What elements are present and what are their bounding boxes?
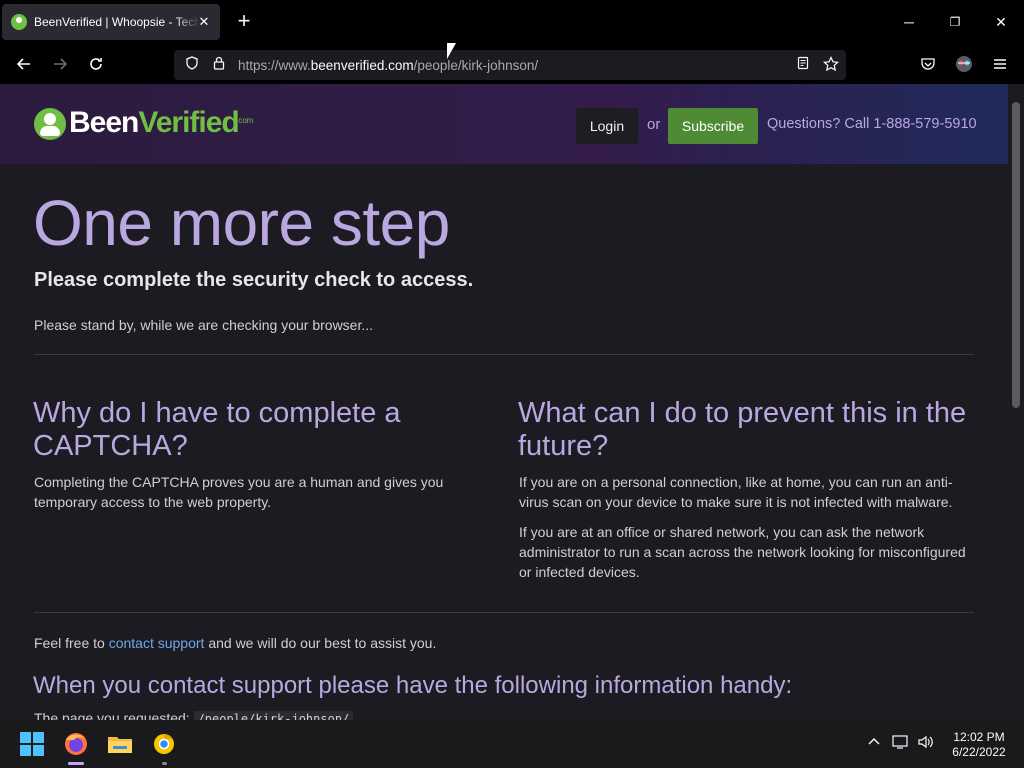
prevent-text-personal: If you are on a personal connection, lik… xyxy=(519,474,953,510)
close-tab-icon[interactable]: ✕ xyxy=(196,14,212,30)
back-arrow-icon xyxy=(16,58,30,70)
taskbar-firefox[interactable] xyxy=(60,728,92,760)
url-text[interactable]: https://www.beenverified.com/people/kirk… xyxy=(238,58,538,73)
subscribe-button[interactable]: Subscribe xyxy=(668,108,758,144)
logo-wordmark: BeenVerified xyxy=(69,106,240,140)
reload-icon xyxy=(90,58,102,70)
account-avatar-icon xyxy=(956,56,972,72)
feel-free-text-end: and we will do our best to assist you. xyxy=(204,635,437,651)
close-window-button[interactable]: ✕ xyxy=(987,8,1015,36)
contact-info-heading: When you contact support please have the… xyxy=(33,672,793,699)
network-icon[interactable] xyxy=(891,734,911,754)
prevent-text-office: If you are at an office or shared networ… xyxy=(519,524,966,580)
divider xyxy=(34,354,974,355)
browser-tab[interactable]: BeenVerified | Whoopsie - Technical Diff… xyxy=(2,4,220,40)
taskbar-chrome-canary[interactable] xyxy=(148,728,180,760)
logo-verified: Verified xyxy=(138,106,239,139)
show-hidden-icons-chevron-icon[interactable] xyxy=(864,734,884,754)
tab-title: BeenVerified | Whoopsie - Technical Diff… xyxy=(34,15,200,29)
clock-date: 6/22/2022 xyxy=(952,745,1006,759)
mouse-cursor-icon xyxy=(447,43,456,59)
page-requested-value: /people/kirk-johnson/ xyxy=(193,711,354,720)
page-title: One more step xyxy=(33,187,450,259)
page-subtitle: Please complete the security check to ac… xyxy=(34,269,474,291)
forward-arrow-icon xyxy=(54,58,68,70)
page-content: BeenVerified .com Login or Subscribe Que… xyxy=(0,84,1008,720)
taskbar-clock[interactable]: 12:02 PM 6/22/2022 xyxy=(944,730,1014,760)
tab-bar: BeenVerified | Whoopsie - Technical Diff… xyxy=(0,0,1024,44)
new-tab-button[interactable]: + xyxy=(232,10,256,34)
account-button[interactable] xyxy=(952,52,976,76)
feel-free-text: Feel free to xyxy=(34,635,109,651)
volume-icon[interactable] xyxy=(916,734,936,754)
hamburger-menu-icon xyxy=(994,59,1006,69)
reload-button[interactable] xyxy=(84,52,108,76)
page-scrollbar[interactable] xyxy=(1008,84,1024,720)
firefox-active-indicator xyxy=(68,762,84,765)
page-requested-line: The page you requested: /people/kirk-joh… xyxy=(34,710,354,720)
canary-running-indicator xyxy=(162,762,167,765)
tracking-protection-shield-icon[interactable] xyxy=(183,56,201,74)
why-captcha-text: Completing the CAPTCHA proves you are a … xyxy=(34,474,444,510)
url-path: /people/kirk-johnson/ xyxy=(413,58,539,73)
url-host: beenverified.com xyxy=(310,58,414,73)
prevent-heading: What can I do to prevent this in the fut… xyxy=(518,397,967,462)
site-header: BeenVerified .com Login or Subscribe Que… xyxy=(0,84,1008,164)
standby-message: Please stand by, while we are checking y… xyxy=(34,317,374,333)
pocket-icon xyxy=(921,58,935,70)
minimize-window-button[interactable]: ─ xyxy=(895,8,923,36)
taskbar: 12:02 PM 6/22/2022 xyxy=(0,720,1024,768)
folder-icon xyxy=(108,737,132,753)
bookmark-star-icon[interactable] xyxy=(822,56,840,74)
clock-time: 12:02 PM xyxy=(953,730,1005,744)
page-requested-label: The page you requested: xyxy=(34,710,194,720)
taskbar-file-explorer[interactable] xyxy=(104,728,136,760)
contact-support-message: Feel free to contact support and we will… xyxy=(34,635,436,651)
or-text: or xyxy=(647,116,661,133)
restore-window-button[interactable]: ❐ xyxy=(941,8,969,36)
windows-logo-icon xyxy=(20,732,44,756)
logo-been: Been xyxy=(69,106,139,139)
logo-dotcom: .com xyxy=(236,116,254,125)
url-prefix: https://www. xyxy=(238,58,311,73)
beenverified-favicon-icon xyxy=(11,14,27,30)
back-button[interactable] xyxy=(12,52,36,76)
why-captcha-heading: Why do I have to complete a CAPTCHA? xyxy=(33,397,401,462)
url-bar[interactable]: https://www.beenverified.com/people/kirk… xyxy=(174,50,846,80)
firefox-icon xyxy=(65,733,87,755)
person-logo-icon xyxy=(34,108,66,140)
start-button[interactable] xyxy=(16,728,48,760)
forward-button[interactable] xyxy=(48,52,72,76)
questions-phone-link[interactable]: Questions? Call 1-888-579-5910 xyxy=(767,116,977,132)
reader-view-icon[interactable] xyxy=(794,56,812,74)
contact-support-link[interactable]: contact support xyxy=(109,635,205,651)
app-menu-button[interactable] xyxy=(988,52,1012,76)
lock-icon[interactable] xyxy=(210,56,228,74)
divider xyxy=(34,612,974,613)
pocket-button[interactable] xyxy=(916,52,940,76)
browser-canary-icon xyxy=(154,733,174,754)
scrollbar-thumb[interactable] xyxy=(1012,102,1020,408)
navigation-toolbar: https://www.beenverified.com/people/kirk… xyxy=(0,44,1024,84)
login-button[interactable]: Login xyxy=(576,108,638,144)
